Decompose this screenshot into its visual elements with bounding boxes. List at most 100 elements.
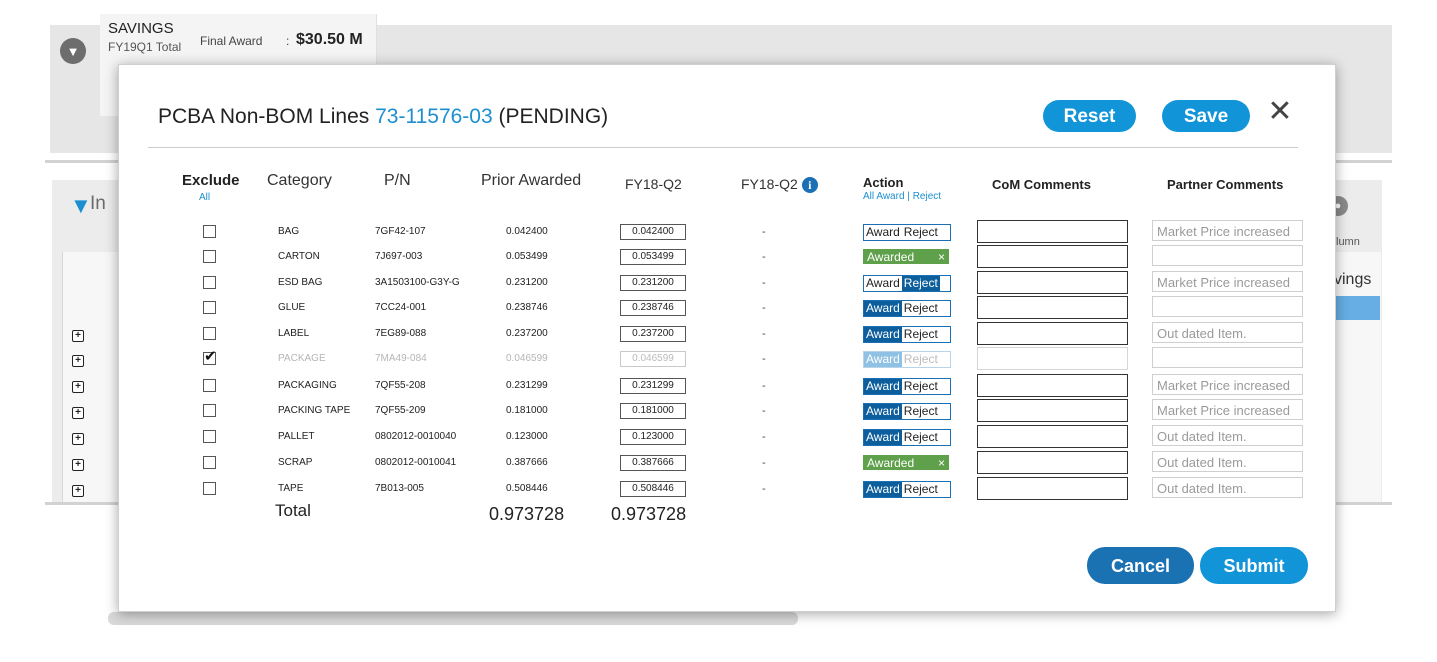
fy18q2-input[interactable]: 0.231299 (620, 378, 686, 394)
award-option[interactable]: Award (864, 404, 902, 419)
fy18q2-value: - (762, 405, 766, 417)
expand-row-icon[interactable]: + (72, 485, 84, 497)
fy18q2-input[interactable]: 0.508446 (620, 481, 686, 497)
com-comment-input[interactable] (977, 271, 1128, 294)
action-toggle[interactable]: Award Reject (863, 378, 951, 395)
com-comment-input[interactable] (977, 220, 1128, 243)
category-header[interactable]: Category (267, 172, 332, 190)
expand-row-icon[interactable]: + (72, 433, 84, 445)
all-reject-link[interactable]: Reject (913, 191, 941, 202)
award-option[interactable]: Award (864, 301, 902, 316)
com-comment-input[interactable] (977, 477, 1128, 500)
exclude-all-link[interactable]: All (199, 192, 210, 203)
exclude-checkbox[interactable] (203, 404, 216, 417)
partner-comment-field[interactable] (1152, 245, 1303, 266)
partner-comment-field[interactable]: Market Price increased (1152, 271, 1303, 292)
remove-award-icon[interactable]: × (938, 250, 945, 265)
partner-comment-field[interactable]: Market Price increased (1152, 220, 1303, 241)
reject-option[interactable]: Reject (901, 482, 940, 497)
partner-comment-field[interactable]: Out dated Item. (1152, 425, 1303, 446)
fy18q2-input[interactable]: 0.238746 (620, 300, 686, 316)
fy18q2-input[interactable]: 0.053499 (620, 249, 686, 265)
exclude-checkbox[interactable] (203, 225, 216, 238)
total-fy18q2: 0.973728 (611, 504, 687, 524)
award-option[interactable]: Award (864, 430, 902, 445)
com-comment-input[interactable] (977, 451, 1128, 474)
all-award-link[interactable]: All Award (863, 191, 905, 202)
fy18q2-input[interactable]: 0.237200 (620, 326, 686, 342)
awarded-badge[interactable]: Awarded × (863, 455, 949, 470)
expand-row-icon[interactable]: + (72, 330, 84, 342)
award-option[interactable]: Award (864, 225, 902, 240)
cancel-button[interactable]: Cancel (1087, 547, 1194, 584)
expand-row-icon[interactable]: + (72, 355, 84, 367)
reject-option[interactable]: Reject (901, 225, 940, 240)
exclude-checkbox[interactable] (203, 482, 216, 495)
fy18q2-header[interactable]: FY18-Q2 (625, 176, 682, 192)
award-option[interactable]: Award (864, 327, 902, 342)
partner-comment-field[interactable]: Market Price increased (1152, 374, 1303, 395)
submit-button[interactable]: Submit (1200, 547, 1308, 584)
expand-row-icon[interactable]: + (72, 381, 84, 393)
exclude-checkbox[interactable] (203, 276, 216, 289)
pn-header[interactable]: P/N (384, 172, 411, 190)
modal-part-number: 73-11576-03 (375, 105, 493, 128)
prior-awarded-header[interactable]: Prior Awarded (481, 172, 581, 190)
action-toggle[interactable]: Award Reject (863, 224, 951, 241)
expand-row-icon[interactable]: + (72, 459, 84, 471)
horizontal-scrollbar[interactable] (108, 612, 798, 625)
fy18q2-input[interactable]: 0.123000 (620, 429, 686, 445)
fy18q2-input[interactable]: 0.387666 (620, 455, 686, 471)
reject-option[interactable]: Reject (901, 379, 940, 394)
modal-title-prefix: PCBA Non-BOM Lines (158, 105, 370, 128)
award-option[interactable]: Award (864, 482, 902, 497)
action-toggle[interactable]: Award Reject (863, 300, 951, 317)
category-cell: BAG (278, 226, 300, 237)
award-option[interactable]: Award (864, 276, 902, 291)
exclude-checkbox[interactable] (203, 301, 216, 314)
category-cell: PALLET (278, 431, 315, 442)
action-toggle[interactable]: Award Reject (863, 275, 951, 292)
fy18q2-input[interactable]: 0.042400 (620, 224, 686, 240)
com-comment-input[interactable] (977, 425, 1128, 448)
exclude-checkbox[interactable] (203, 430, 216, 443)
reject-option[interactable]: Reject (901, 276, 940, 291)
partner-comment-field[interactable]: Out dated Item. (1152, 322, 1303, 343)
com-comment-input[interactable] (977, 245, 1128, 268)
exclude-checkbox[interactable] (203, 456, 216, 469)
fy18q2-input[interactable]: 0.181000 (620, 403, 686, 419)
action-toggle[interactable]: Award Reject (863, 481, 951, 498)
action-toggle[interactable]: Award Reject (863, 429, 951, 446)
expand-row-icon[interactable]: + (72, 407, 84, 419)
reject-option[interactable]: Reject (901, 430, 940, 445)
action-toggle[interactable]: Award Reject (863, 403, 951, 420)
partner-comment-field[interactable]: Market Price increased (1152, 399, 1303, 420)
exclude-checkbox[interactable] (203, 250, 216, 263)
table-filter-icon[interactable]: ▼ (70, 193, 92, 219)
reject-option[interactable]: Reject (901, 404, 940, 419)
awarded-badge[interactable]: Awarded × (863, 249, 949, 264)
reset-button[interactable]: Reset (1043, 100, 1136, 132)
fy18q2-info-header[interactable]: FY18-Q2 i (741, 176, 818, 194)
info-icon[interactable]: i (801, 177, 818, 194)
award-option[interactable]: Award (864, 379, 902, 394)
remove-award-icon[interactable]: × (938, 456, 945, 471)
com-comment-input[interactable] (977, 399, 1128, 422)
action-toggle[interactable]: Award Reject (863, 326, 951, 343)
close-icon[interactable]: ✕ (1266, 96, 1294, 128)
save-button[interactable]: Save (1162, 100, 1250, 132)
exclude-checkbox[interactable] (203, 379, 216, 392)
partner-comment-field[interactable] (1152, 296, 1303, 317)
com-comment-input[interactable] (977, 296, 1128, 319)
awarded-label: Awarded (867, 456, 915, 470)
fy18q2-input[interactable]: 0.231200 (620, 275, 686, 291)
reject-option[interactable]: Reject (901, 301, 940, 316)
partner-comment-field[interactable]: Out dated Item. (1152, 451, 1303, 472)
reject-option[interactable]: Reject (901, 327, 940, 342)
com-comment-input[interactable] (977, 374, 1128, 397)
com-comment-input[interactable] (977, 322, 1128, 345)
exclude-checkbox[interactable] (203, 327, 216, 340)
exclude-checkbox[interactable] (203, 347, 217, 365)
partner-comment-field[interactable]: Out dated Item. (1152, 477, 1303, 498)
filter-icon[interactable]: ▼ (60, 38, 86, 64)
